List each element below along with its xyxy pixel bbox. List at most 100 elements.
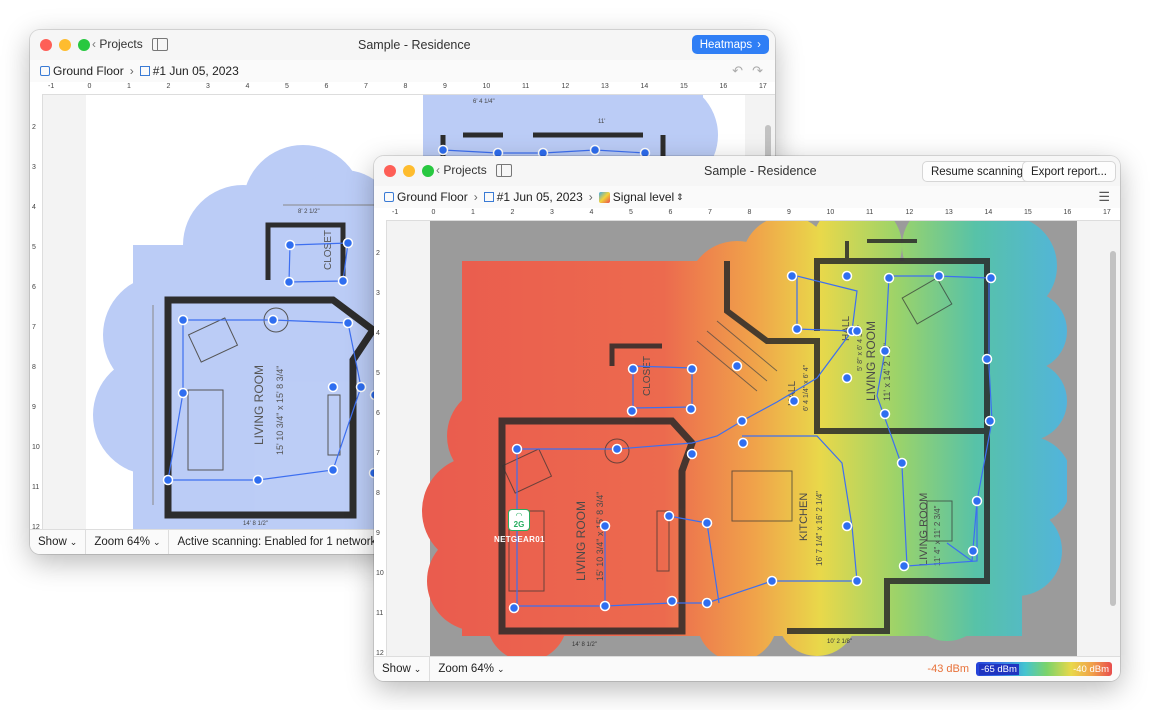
ruler-tick-label: 7 [32, 324, 36, 331]
ruler-tick-label: -1 [48, 83, 55, 90]
show-menu[interactable]: Show ⌄ [374, 657, 431, 681]
chevron-right-icon: › [588, 190, 593, 204]
undo-icon[interactable]: ↶ [732, 63, 743, 79]
ruler-tick-label: 0 [431, 209, 436, 216]
closet-label: CLOSET [642, 356, 653, 396]
ruler-tick-label: 7 [376, 450, 380, 457]
ruler-tick-label: 4 [376, 330, 380, 337]
front-vertical-ruler: 2 3 4 5 6 7 8 9 10 11 12 [374, 220, 387, 657]
front-titlebar: ‹ Projects Sample - Residence Resume sca… [374, 156, 1120, 187]
front-bottom-bar: Show ⌄ Zoom 64% ⌄ -43 dBm -65 dBm -40 dBm [374, 656, 1120, 681]
back-vertical-ruler: 2 3 4 5 6 7 8 9 10 11 12 [30, 94, 43, 531]
ruler-tick-label: 11 [522, 83, 530, 90]
ruler-tick-label: 13 [601, 83, 609, 90]
signal-level-dropdown[interactable]: Signal level ⇕ [598, 190, 684, 204]
minimize-window-button[interactable] [59, 39, 71, 51]
back-projects-button[interactable]: ‹ Projects [436, 163, 487, 177]
view-options-icon[interactable]: ☰ [1098, 189, 1110, 205]
current-signal-value: -43 dBm [927, 663, 969, 675]
ruler-tick-label: 11 [376, 610, 384, 617]
breadcrumb-survey[interactable]: #1 Jun 05, 2023 [153, 64, 239, 78]
zoom-window-button[interactable] [422, 165, 434, 177]
front-vertical-scrollbar[interactable] [1110, 251, 1116, 606]
ruler-tick-label: 12 [905, 209, 914, 216]
chevron-down-icon: ⌄ [496, 663, 505, 674]
ruler-tick-label: 3 [32, 164, 36, 171]
ruler-tick-label: 17 [759, 83, 767, 90]
zoom-menu[interactable]: Zoom 64% ⌄ [430, 657, 512, 681]
ruler-tick-label: 11 [32, 484, 40, 491]
back-traffic-lights [40, 39, 90, 51]
ruler-tick-label: 1 [471, 209, 475, 216]
close-window-button[interactable] [384, 165, 396, 177]
sidebar-toggle-icon[interactable] [496, 164, 512, 177]
dimension-top-3: 11' [598, 119, 605, 125]
front-canvas[interactable]: LIVING ROOM 15' 10 3/4" x 15' 8 3/4" LIV… [387, 221, 1120, 656]
dimension-bottom-left: 14' 8 1/2" [572, 642, 597, 648]
zoom-menu[interactable]: Zoom 64% ⌄ [86, 530, 170, 554]
floor-icon [40, 66, 50, 76]
ruler-tick-label: 17 [1103, 209, 1111, 216]
ruler-tick-label: 6 [324, 83, 329, 90]
ruler-tick-label: 5 [629, 209, 633, 216]
chevron-down-icon: ⌄ [413, 663, 422, 674]
redo-icon[interactable]: ↷ [752, 63, 763, 79]
chevron-right-icon: › [473, 190, 478, 204]
sidebar-toggle-icon[interactable] [152, 38, 168, 51]
ruler-tick-label: 7 [364, 83, 368, 90]
active-scanning-menu[interactable]: Active scanning: Enabled for 1 networks⌄ [169, 530, 400, 554]
ruler-tick-label: 5 [32, 244, 36, 251]
ruler-tick-label: 14 [640, 83, 649, 90]
close-window-button[interactable] [40, 39, 52, 51]
ruler-tick-label: 11 [866, 209, 874, 216]
ruler-tick-label: 15 [680, 83, 688, 90]
ruler-tick-label: 2 [32, 124, 36, 131]
ruler-tick-label: 8 [403, 83, 408, 90]
ruler-tick-label: 2 [510, 209, 515, 216]
dimension-bottom-right: 10' 2 1/8" [827, 639, 852, 645]
export-report-button[interactable]: Export report... [1021, 161, 1116, 182]
front-floorplan: LIVING ROOM 15' 10 3/4" x 15' 8 3/4" LIV… [422, 221, 1067, 656]
breadcrumb-survey[interactable]: #1 Jun 05, 2023 [497, 190, 583, 204]
ruler-tick-label: 2 [376, 250, 380, 257]
ruler-tick-label: 6 [668, 209, 673, 216]
ruler-tick-label: 4 [245, 83, 250, 90]
living-room-br-size: 11' 4" x 11' 2 3/4" [933, 505, 942, 566]
show-menu[interactable]: Show ⌄ [30, 530, 87, 554]
ruler-tick-label: 3 [206, 83, 210, 90]
legend-max: -40 dBm [1073, 663, 1109, 675]
wifi-icon: ◠ [515, 510, 523, 520]
ruler-tick-label: 6 [376, 410, 380, 417]
heatmaps-button[interactable]: Heatmaps › [691, 35, 769, 54]
front-breadcrumb: Ground Floor › #1 Jun 05, 2023 › Signal … [374, 186, 1120, 208]
resume-scanning-button[interactable]: Resume scanning [921, 161, 1032, 182]
signal-legend-bar: -65 dBm -40 dBm [976, 662, 1112, 676]
back-projects-button[interactable]: ‹ Projects [92, 37, 143, 51]
ruler-tick-label: 4 [589, 209, 594, 216]
minimize-window-button[interactable] [403, 165, 415, 177]
ruler-tick-label: 10 [482, 83, 491, 90]
living-room-size-label: 15' 10 3/4" x 15' 8 3/4" [275, 366, 285, 455]
access-point-marker[interactable]: ◠ 2G [508, 509, 530, 531]
ruler-tick-label: 9 [443, 83, 447, 90]
ruler-tick-label: 14 [984, 209, 993, 216]
ruler-tick-label: 7 [708, 209, 712, 216]
breadcrumb-floor[interactable]: Ground Floor [397, 190, 468, 204]
ruler-tick-label: 10 [376, 570, 384, 577]
kitchen-size: 16' 7 1/4" x 16' 2 1/4" [815, 491, 824, 566]
ruler-tick-label: 15 [1024, 209, 1032, 216]
breadcrumb-floor[interactable]: Ground Floor [53, 64, 124, 78]
living-room-right-label: LIVING ROOM [864, 321, 878, 401]
front-traffic-lights [384, 165, 434, 177]
access-point-name: NETGEAR01 [494, 535, 545, 544]
zoom-window-button[interactable] [78, 39, 90, 51]
dimension-top-1: 8' 2 1/2" [298, 209, 320, 215]
access-point-band: 2G [513, 519, 525, 529]
ruler-tick-label: 9 [32, 404, 36, 411]
ruler-tick-label: 1 [127, 83, 131, 90]
ruler-tick-label: -1 [392, 209, 399, 216]
hall-2-size: 6' 4 1/4" x 6' 4" [803, 364, 810, 411]
ruler-tick-label: 9 [787, 209, 791, 216]
ruler-tick-label: 8 [376, 490, 380, 497]
dimension-bottom: 14' 8 1/2" [243, 521, 268, 527]
